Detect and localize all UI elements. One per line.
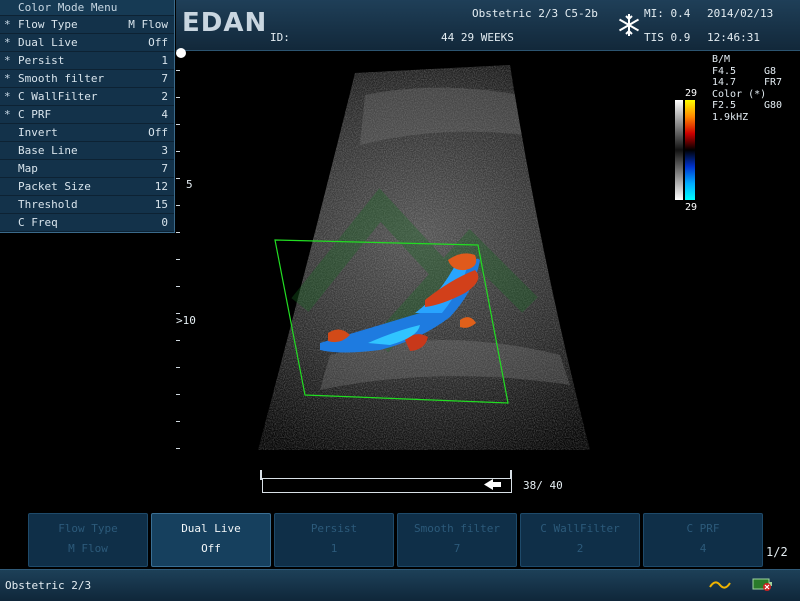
menu-item-value: Off xyxy=(148,36,168,49)
softkey-value: 7 xyxy=(453,542,461,555)
softkey-value: 1 xyxy=(330,542,338,555)
rewind-arrow-icon xyxy=(484,479,501,490)
menu-item[interactable]: Base Line 3 xyxy=(0,142,174,159)
menu-item-label: C PRF xyxy=(18,108,52,121)
color-row: 1.9kHZ xyxy=(712,111,749,123)
edan-logo: EDAN xyxy=(182,8,268,38)
softkey-button[interactable]: Smooth filter 7 xyxy=(397,513,517,567)
softkey-label: Persist xyxy=(310,522,358,535)
snowflake-icon[interactable] xyxy=(616,12,642,38)
softkey-value: M Flow xyxy=(68,542,108,555)
menu-item-value: 7 xyxy=(161,162,168,175)
color-bar-bottom-label: 29 xyxy=(685,202,698,213)
menu-item-label: Map xyxy=(18,162,38,175)
menu-item-star: * xyxy=(4,108,11,121)
color-row: F2.5 G80 xyxy=(712,100,783,111)
bm-title: B/M xyxy=(712,54,731,65)
menu-item-label: Threshold xyxy=(18,198,78,211)
menu-item-value: 4 xyxy=(161,108,168,121)
ultrasound-image[interactable] xyxy=(180,55,660,455)
menu-item-value: 15 xyxy=(154,198,168,211)
patient-id-label: ID: xyxy=(270,31,290,44)
exam-preset: Obstetric 2/3 C5-2b xyxy=(472,7,598,20)
status-exam: Obstetric 2/3 xyxy=(5,579,92,592)
menu-item-label: Invert xyxy=(18,126,58,139)
menu-item-star: * xyxy=(4,90,11,103)
softkey-value: 4 xyxy=(699,542,707,555)
menu-item[interactable]: Threshold 15 xyxy=(0,196,174,213)
softkey-button[interactable]: Persist 1 xyxy=(274,513,394,567)
menu-item[interactable]: * C PRF 4 xyxy=(0,106,174,123)
softkey-button[interactable]: C WallFilter 2 xyxy=(520,513,640,567)
menu-item-label: Packet Size xyxy=(18,180,91,193)
softkey-value: Off xyxy=(201,542,221,555)
wave-icon xyxy=(709,581,731,589)
time: 12:46:31 xyxy=(707,31,760,44)
gestational-age: 44 29 WEEKS xyxy=(441,31,514,44)
menu-item-value: M Flow xyxy=(128,18,168,31)
menu-item[interactable]: * Smooth filter 7 xyxy=(0,70,174,87)
cine-slider[interactable] xyxy=(260,470,512,493)
mi-value: MI: 0.4 xyxy=(644,7,691,20)
menu-item-label: Persist xyxy=(18,54,65,67)
menu-item-value: 7 xyxy=(161,72,168,85)
cine-track[interactable] xyxy=(262,478,512,493)
softkey-value: 2 xyxy=(576,542,584,555)
softkey-label: C PRF xyxy=(686,522,720,535)
menu-item-value: 1 xyxy=(161,54,168,67)
color-mode-menu: Color Mode Menu * Flow Type M Flow * Dual Li… xyxy=(0,0,175,233)
menu-item-label: C WallFilter xyxy=(18,90,98,103)
menu-item-label: Smooth filter xyxy=(18,72,105,85)
menu-item[interactable]: * C WallFilter 2 xyxy=(0,88,174,105)
menu-item-label: Dual Live xyxy=(18,36,78,49)
softkey-button[interactable]: Dual Live Off xyxy=(151,513,271,567)
softkey-label: Smooth filter xyxy=(413,522,501,535)
softkey-button[interactable]: C PRF 4 xyxy=(643,513,763,567)
menu-item[interactable]: C Freq 0 xyxy=(0,214,174,231)
menu-item-label: C Freq xyxy=(18,216,58,229)
date: 2014/02/13 xyxy=(707,7,774,20)
battery-plug-icon xyxy=(752,578,772,591)
color-title: Color (*) xyxy=(712,88,767,100)
menu-item-value: Off xyxy=(148,126,168,139)
menu-item[interactable]: Invert Off xyxy=(0,124,174,141)
bm-row: 14.7 FR7 xyxy=(712,77,783,88)
page-indicator[interactable]: 1/2 xyxy=(766,545,788,559)
menu-item-star: * xyxy=(4,18,11,31)
menu-item[interactable]: Packet Size 12 xyxy=(0,178,174,195)
menu-title: Color Mode Menu xyxy=(0,0,174,15)
cine-frame-counter: 38/ 40 xyxy=(523,479,563,492)
color-bar-top-label: 29 xyxy=(685,88,698,99)
color-velocity-bar xyxy=(685,100,695,200)
tis-value: TIS 0.9 xyxy=(644,31,691,44)
menu-item-value: 12 xyxy=(154,180,168,193)
menu-item[interactable]: * Flow Type M Flow xyxy=(0,16,174,33)
menu-item-label: Base Line xyxy=(18,144,78,157)
menu-item-label: Flow Type xyxy=(18,18,78,31)
menu-item[interactable]: * Persist 1 xyxy=(0,52,174,69)
status-bar: Obstetric 2/3 xyxy=(0,569,800,601)
softkey-label: Flow Type xyxy=(58,522,118,535)
softkey-button[interactable]: Flow Type M Flow xyxy=(28,513,148,567)
menu-item-value: 2 xyxy=(161,90,168,103)
menu-item[interactable]: * Dual Live Off xyxy=(0,34,174,51)
menu-item-star: * xyxy=(4,54,11,67)
top-bar: EDAN ID: Obstetric 2/3 C5-2b 44 29 WEEKS… xyxy=(176,0,800,51)
grayscale-bar xyxy=(675,100,683,200)
menu-item-value: 3 xyxy=(161,144,168,157)
menu-item[interactable]: Map 7 xyxy=(0,160,174,177)
imaging-parameters: B/M F4.5 G8 14.7 FR7 Color (*) F2.5 G80 1.9… xyxy=(712,54,783,123)
menu-item-value: 0 xyxy=(161,216,168,229)
menu-item-star: * xyxy=(4,72,11,85)
softkey-label: C WallFilter xyxy=(540,522,620,535)
menu-item-star: * xyxy=(4,36,11,49)
softkey-label: Dual Live xyxy=(181,522,241,535)
bm-row: F4.5 G8 xyxy=(712,65,777,77)
